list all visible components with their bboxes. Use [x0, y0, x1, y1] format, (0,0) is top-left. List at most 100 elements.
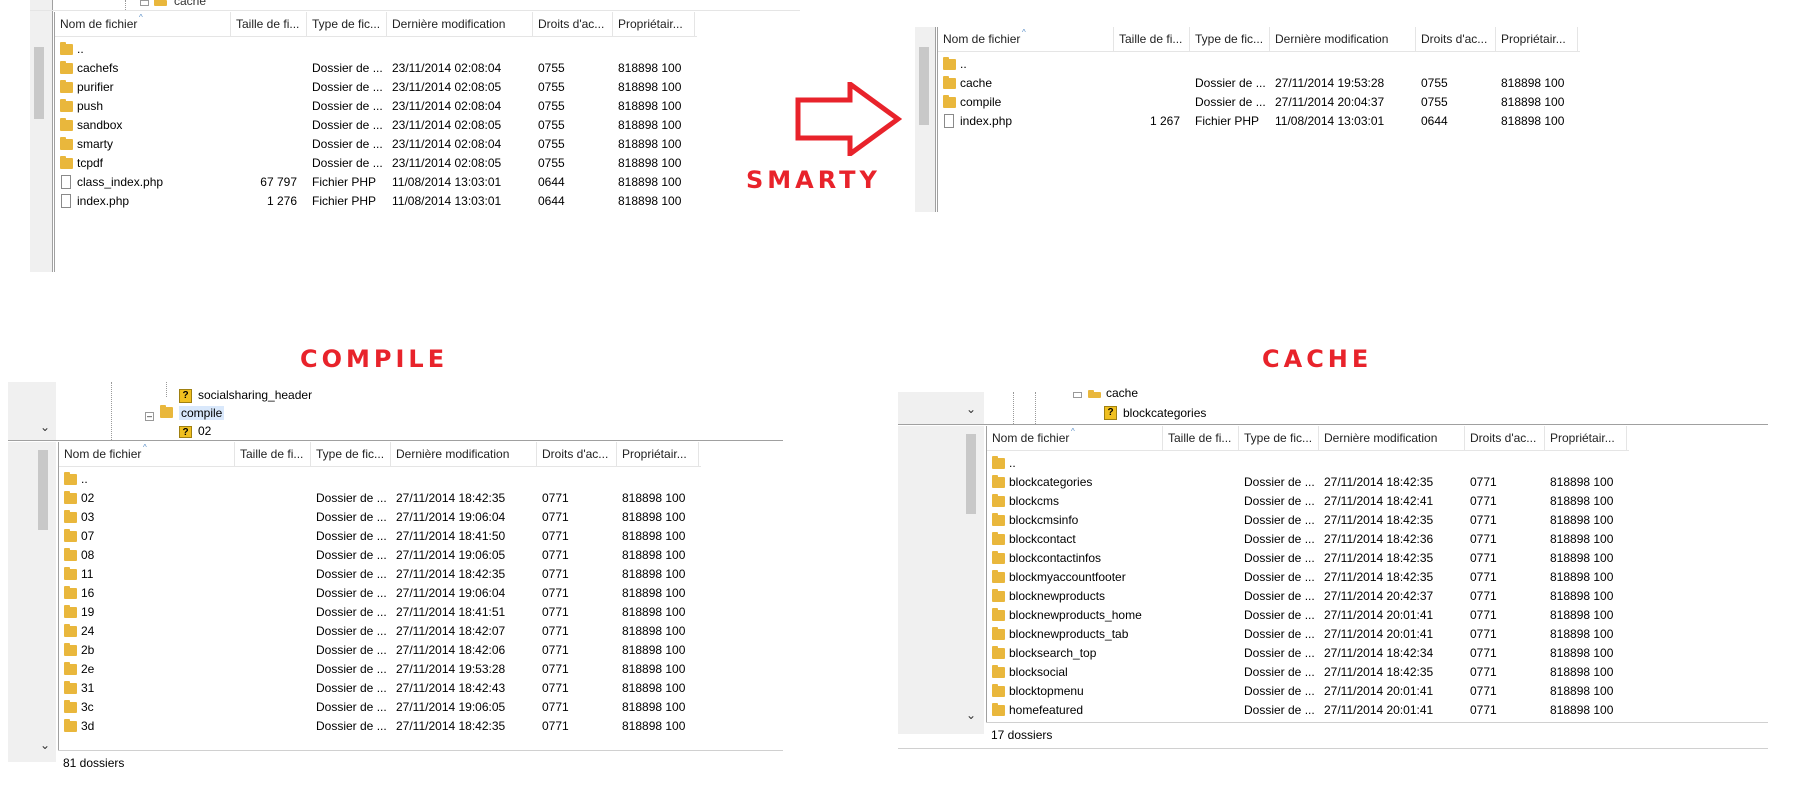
collapse-icon[interactable]: –: [145, 412, 154, 421]
file-row[interactable]: blockcms Dossier de ... 27/11/2014 18:42:4…: [987, 492, 1627, 511]
column-header-name[interactable]: Nom de fichier: [55, 12, 231, 36]
cell-name: 3d: [81, 719, 95, 733]
column-header-type[interactable]: Type de fic...: [307, 12, 387, 36]
file-row[interactable]: sandbox Dossier de ... 23/11/2014 02:08:05…: [55, 116, 695, 135]
scroll-down-icon[interactable]: ⌄: [40, 738, 50, 752]
column-header-size[interactable]: Taille de fi...: [1163, 426, 1239, 450]
tree-item-cache[interactable]: cache: [174, 0, 206, 8]
file-row[interactable]: ..: [59, 470, 699, 489]
file-row[interactable]: smarty Dossier de ... 23/11/2014 02:08:04 0…: [55, 135, 695, 154]
folder-icon: [64, 472, 77, 485]
cell-rights: 0755: [538, 137, 565, 151]
vertical-scrollbar[interactable]: ⌄: [898, 426, 984, 734]
cell-name: ..: [77, 42, 84, 56]
file-row[interactable]: cache Dossier de ... 27/11/2014 19:53:28 07…: [938, 74, 1578, 93]
file-row[interactable]: blocknewproducts Dossier de ... 27/11/2014…: [987, 587, 1627, 606]
file-row[interactable]: 11 Dossier de ... 27/11/2014 18:42:35 0771 8…: [59, 565, 699, 584]
column-header-name[interactable]: Nom de fichier: [987, 426, 1163, 450]
file-row[interactable]: 07 Dossier de ... 27/11/2014 18:41:50 0771 8…: [59, 527, 699, 546]
file-row[interactable]: 2e Dossier de ... 27/11/2014 19:53:28 0771 8…: [59, 660, 699, 679]
file-row[interactable]: 31 Dossier de ... 27/11/2014 18:42:43 0771 8…: [59, 679, 699, 698]
scroll-down-icon[interactable]: ⌄: [966, 708, 976, 722]
column-header-size[interactable]: Taille de fi...: [235, 442, 311, 466]
file-row[interactable]: 16 Dossier de ... 27/11/2014 19:06:04 0771 8…: [59, 584, 699, 603]
scroll-down-icon[interactable]: ⌄: [40, 420, 50, 434]
folder-icon: [943, 57, 956, 70]
file-row[interactable]: blocknewproducts_tab Dossier de ... 27/11/…: [987, 625, 1627, 644]
cell-owner: 818898 100: [622, 510, 686, 524]
column-header-modified[interactable]: Dernière modification: [1319, 426, 1465, 450]
cell-name: blockmyaccountfooter: [1009, 570, 1126, 584]
file-row[interactable]: 24 Dossier de ... 27/11/2014 18:42:07 0771 8…: [59, 622, 699, 641]
file-row[interactable]: blockcontact Dossier de ... 27/11/2014 18:…: [987, 530, 1627, 549]
column-header-type[interactable]: Type de fic...: [311, 442, 391, 466]
scroll-down-icon[interactable]: ⌄: [966, 402, 976, 416]
file-row[interactable]: index.php 1 267 Fichier PHP 11/08/2014 13:0…: [938, 112, 1578, 131]
column-header-modified[interactable]: Dernière modification: [387, 12, 533, 36]
file-row[interactable]: push Dossier de ... 23/11/2014 02:08:04 075…: [55, 97, 695, 116]
column-header-rights[interactable]: Droits d'ac...: [537, 442, 617, 466]
file-row[interactable]: tcpdf Dossier de ... 23/11/2014 02:08:05 07…: [55, 154, 695, 173]
column-header-type[interactable]: Type de fic...: [1239, 426, 1319, 450]
tree-item[interactable]: 02: [198, 424, 211, 438]
column-header-rights[interactable]: Droits d'ac...: [533, 12, 613, 36]
file-row[interactable]: 2b Dossier de ... 27/11/2014 18:42:06 0771 8…: [59, 641, 699, 660]
file-row[interactable]: 02 Dossier de ... 27/11/2014 18:42:35 0771 8…: [59, 489, 699, 508]
file-row[interactable]: compile Dossier de ... 27/11/2014 20:04:37…: [938, 93, 1578, 112]
tree-item-cache[interactable]: cache: [1106, 386, 1138, 400]
file-row[interactable]: cachefs Dossier de ... 23/11/2014 02:08:04…: [55, 59, 695, 78]
column-header-rights[interactable]: Droits d'ac...: [1465, 426, 1545, 450]
file-row[interactable]: ..: [55, 40, 695, 59]
file-row[interactable]: ..: [938, 55, 1578, 74]
vertical-scrollbar[interactable]: ⌄: [8, 442, 56, 762]
file-row[interactable]: blocknewproducts_home Dossier de ... 27/11…: [987, 606, 1627, 625]
column-header-rights[interactable]: Droits d'ac...: [1416, 27, 1496, 51]
column-header-name[interactable]: Nom de fichier: [59, 442, 235, 466]
collapse-icon[interactable]: [140, 0, 149, 6]
tree-scrollbar[interactable]: ⌄: [8, 382, 56, 440]
file-row[interactable]: blockmyaccountfooter Dossier de ... 27/11/…: [987, 568, 1627, 587]
column-header-modified[interactable]: Dernière modification: [391, 442, 537, 466]
scrollbar-thumb[interactable]: [919, 47, 929, 125]
column-header-size[interactable]: Taille de fi...: [1114, 27, 1190, 51]
column-header-name[interactable]: Nom de fichier: [938, 27, 1114, 51]
file-row[interactable]: index.php 1 276 Fichier PHP 11/08/2014 13:0…: [55, 192, 695, 211]
column-header-owner[interactable]: Propriétair...: [1496, 27, 1578, 51]
file-row[interactable]: 19 Dossier de ... 27/11/2014 18:41:51 0771 8…: [59, 603, 699, 622]
cell-type: Dossier de ...: [1244, 589, 1315, 603]
column-header-type[interactable]: Type de fic...: [1190, 27, 1270, 51]
tree-item-compile[interactable]: compile: [179, 406, 225, 420]
collapse-icon[interactable]: [1073, 392, 1082, 398]
vertical-scrollbar[interactable]: [915, 27, 936, 212]
scrollbar-thumb[interactable]: [966, 434, 976, 514]
file-row[interactable]: 3d Dossier de ... 27/11/2014 18:42:35 0771 8…: [59, 717, 699, 736]
file-row[interactable]: blocksearch_top Dossier de ... 27/11/2014 …: [987, 644, 1627, 663]
file-row[interactable]: blocktopmenu Dossier de ... 27/11/2014 20:…: [987, 682, 1627, 701]
scrollbar-thumb[interactable]: [38, 450, 48, 530]
file-row[interactable]: ..: [987, 454, 1627, 473]
folder-icon: [64, 662, 77, 675]
file-row[interactable]: blockcontactinfos Dossier de ... 27/11/201…: [987, 549, 1627, 568]
file-row[interactable]: blocksocial Dossier de ... 27/11/2014 18:4…: [987, 663, 1627, 682]
column-header-owner[interactable]: Propriétair...: [1545, 426, 1627, 450]
column-header-owner[interactable]: Propriétair...: [613, 12, 695, 36]
file-row[interactable]: homefeatured Dossier de ... 27/11/2014 20:…: [987, 701, 1627, 720]
column-header-modified[interactable]: Dernière modification: [1270, 27, 1416, 51]
file-row[interactable]: 03 Dossier de ... 27/11/2014 19:06:04 0771 8…: [59, 508, 699, 527]
file-row[interactable]: blockcategories Dossier de ... 27/11/2014 …: [987, 473, 1627, 492]
file-row[interactable]: class_index.php 67 797 Fichier PHP 11/08/20…: [55, 173, 695, 192]
vertical-scrollbar[interactable]: [30, 11, 53, 272]
tree-item[interactable]: socialsharing_header: [198, 388, 312, 402]
file-row[interactable]: 08 Dossier de ... 27/11/2014 19:06:05 0771 8…: [59, 546, 699, 565]
file-row[interactable]: purifier Dossier de ... 23/11/2014 02:08:0…: [55, 78, 695, 97]
cell-size: [1114, 93, 1180, 112]
cell-rights: 0771: [1470, 570, 1497, 584]
tree-item[interactable]: blockcategories: [1123, 406, 1206, 420]
file-row[interactable]: blockcmsinfo Dossier de ... 27/11/2014 18:…: [987, 511, 1627, 530]
column-header-owner[interactable]: Propriétair...: [617, 442, 699, 466]
tree-scrollbar[interactable]: [30, 0, 53, 10]
column-header-size[interactable]: Taille de fi...: [231, 12, 307, 36]
file-row[interactable]: 3c Dossier de ... 27/11/2014 19:06:05 0771 8…: [59, 698, 699, 717]
tree-scrollbar[interactable]: ⌄: [898, 392, 984, 424]
scrollbar-thumb[interactable]: [34, 47, 44, 119]
